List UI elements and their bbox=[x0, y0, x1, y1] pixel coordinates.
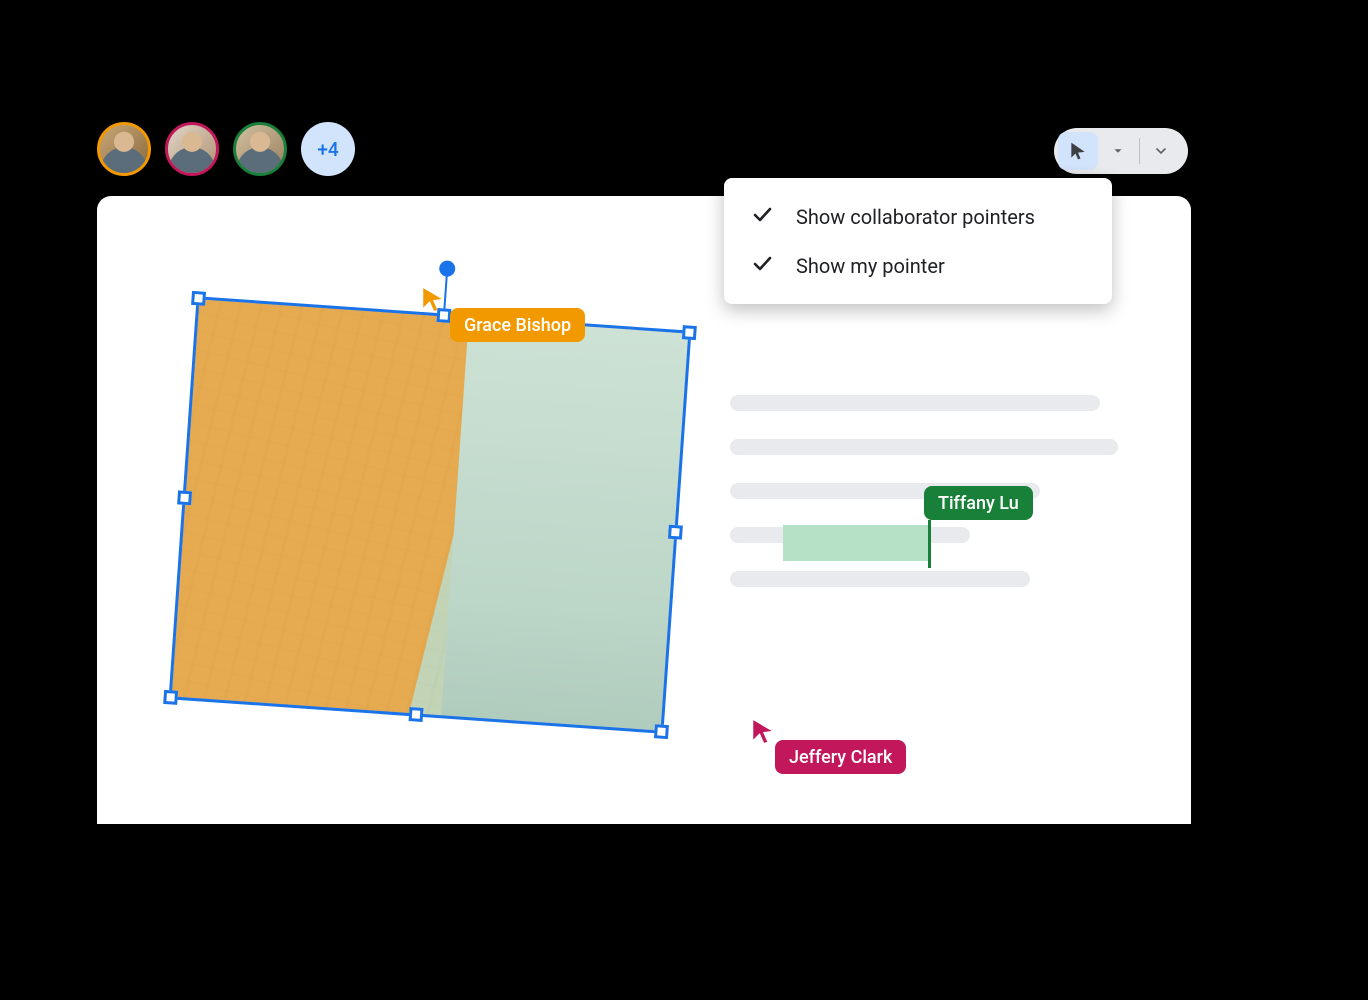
chevron-down-icon bbox=[1153, 143, 1169, 159]
menu-item-show-collaborator-pointers[interactable]: Show collaborator pointers bbox=[724, 192, 1112, 241]
resize-handle-bl[interactable] bbox=[163, 690, 178, 705]
collaborator-avatars: +4 bbox=[97, 122, 355, 176]
caret-down-icon bbox=[1111, 144, 1125, 158]
selected-image[interactable] bbox=[172, 299, 689, 730]
resize-handle-tr[interactable] bbox=[682, 325, 697, 340]
resize-handle-bm[interactable] bbox=[409, 707, 424, 722]
check-icon bbox=[750, 251, 774, 280]
collaborator-name-tag-jeffery: Jeffery Clark bbox=[775, 740, 906, 774]
cursor-icon bbox=[1068, 141, 1088, 161]
text-line bbox=[730, 395, 1100, 411]
pointer-tool-dropdown-toggle[interactable] bbox=[1102, 132, 1136, 170]
menu-item-label: Show my pointer bbox=[796, 254, 945, 278]
collaborator-cursor-jeffery bbox=[750, 718, 776, 748]
resize-handle-mr[interactable] bbox=[668, 525, 683, 540]
rotation-handle[interactable] bbox=[439, 260, 456, 277]
menu-item-label: Show collaborator pointers bbox=[796, 205, 1035, 229]
avatar[interactable] bbox=[233, 122, 287, 176]
resize-handle-ml[interactable] bbox=[177, 490, 192, 505]
pointer-tool-button[interactable] bbox=[1058, 132, 1098, 170]
resize-handle-br[interactable] bbox=[654, 724, 669, 739]
cursor-icon bbox=[420, 286, 446, 312]
more-tools-toggle[interactable] bbox=[1144, 132, 1178, 170]
collaborator-name-tag-grace: Grace Bishop bbox=[450, 308, 585, 342]
resize-handle-tl[interactable] bbox=[191, 291, 206, 306]
avatar[interactable] bbox=[97, 122, 151, 176]
check-icon bbox=[750, 202, 774, 231]
collaborator-name-tag-tiffany: Tiffany Lu bbox=[924, 486, 1033, 520]
collaborator-caret bbox=[928, 520, 931, 568]
avatar-overflow-count[interactable]: +4 bbox=[301, 122, 355, 176]
text-line bbox=[730, 571, 1030, 587]
cursor-icon bbox=[750, 718, 776, 744]
collaborator-cursor-grace bbox=[420, 286, 446, 316]
collaborator-text-selection bbox=[783, 525, 928, 561]
image-content bbox=[172, 299, 689, 730]
pointer-visibility-menu: Show collaborator pointers Show my point… bbox=[724, 178, 1112, 304]
avatar[interactable] bbox=[165, 122, 219, 176]
menu-item-show-my-pointer[interactable]: Show my pointer bbox=[724, 241, 1112, 290]
toolbar-divider bbox=[1139, 138, 1140, 164]
text-line bbox=[730, 439, 1118, 455]
